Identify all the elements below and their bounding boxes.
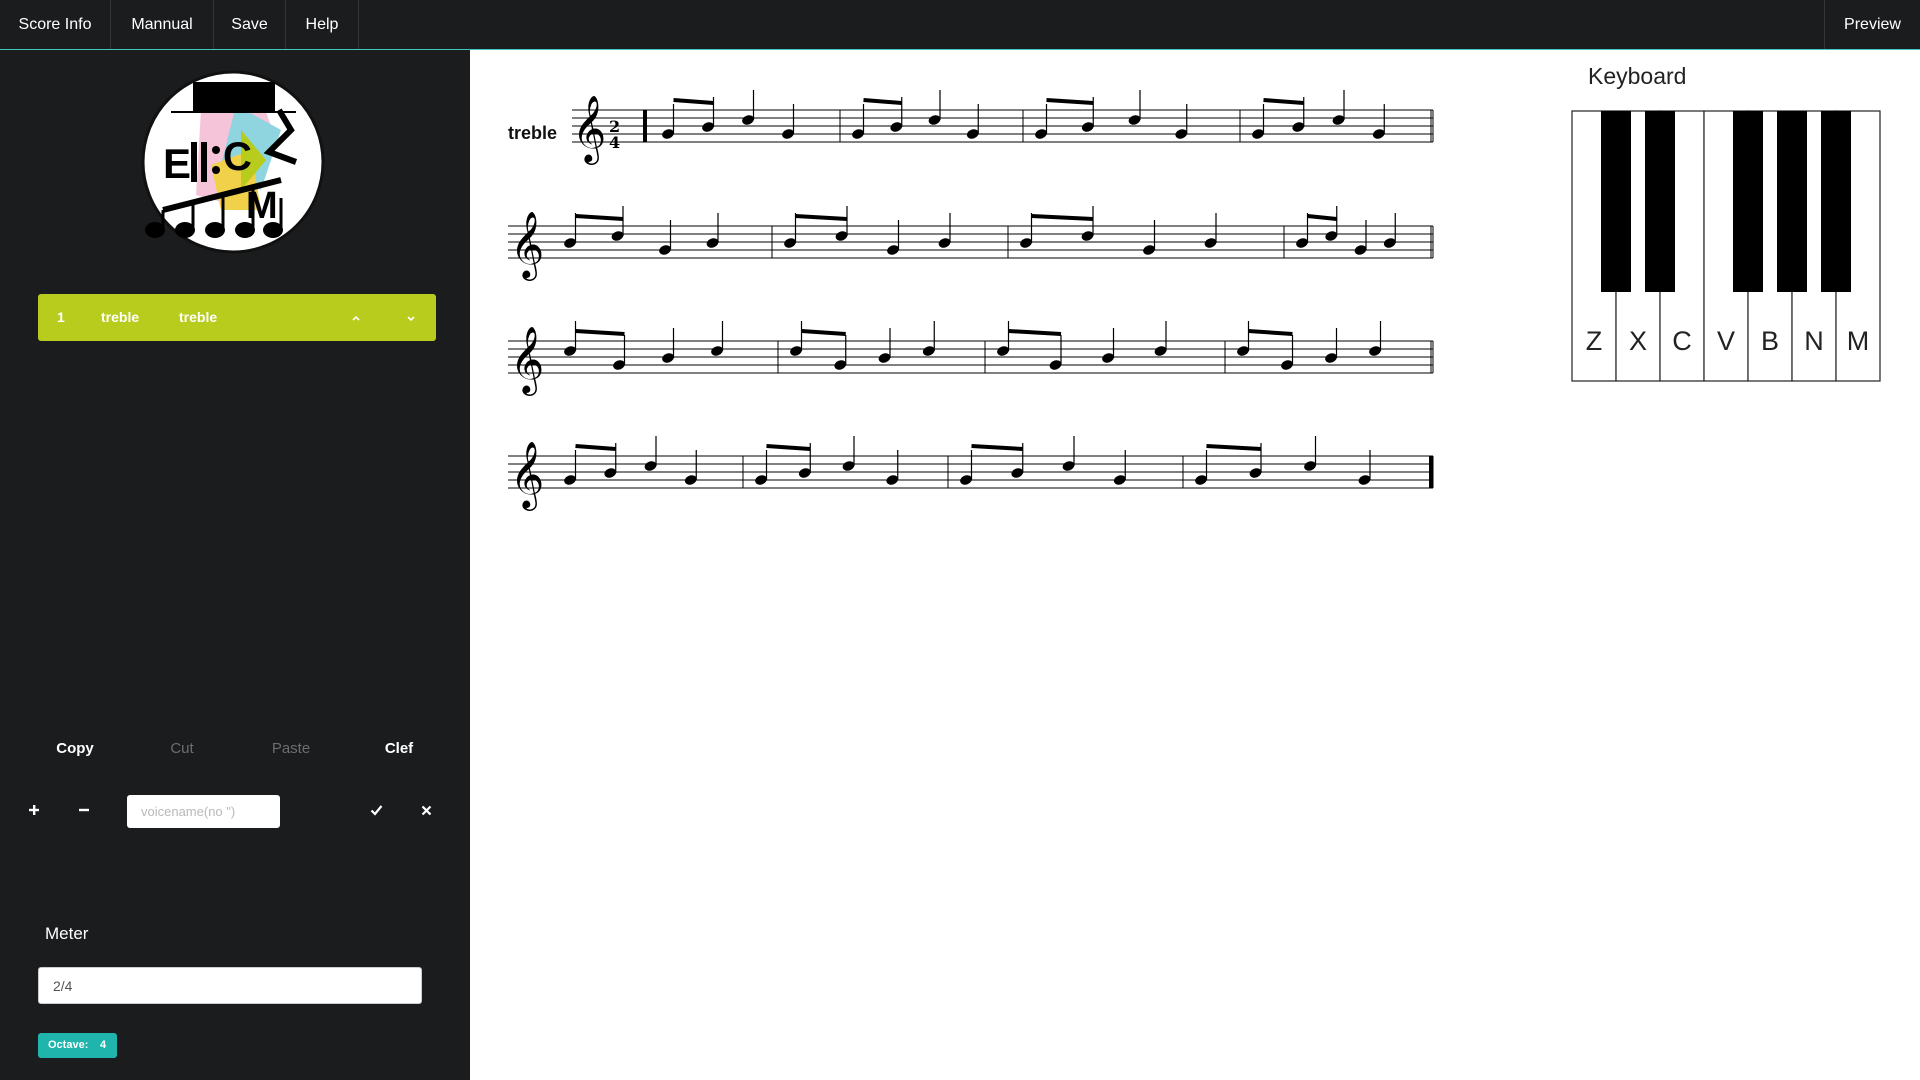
check-icon[interactable] (362, 798, 390, 826)
staff-systems: 𝄞 𝄞 𝄞 𝄞 (508, 90, 1434, 511)
treble-clef-icon: 𝄞 (510, 440, 544, 511)
score-voice-label: treble (508, 123, 557, 143)
preview-button[interactable]: Preview (1824, 0, 1920, 49)
beam (766, 444, 811, 451)
close-icon[interactable] (412, 798, 440, 826)
key-label: Z (1586, 326, 1603, 356)
key-label: M (1847, 326, 1870, 356)
black-key[interactable] (1777, 111, 1807, 292)
treble-clef-icon: 𝄞 (510, 325, 544, 396)
octave-badge: Octave: 4 (38, 1033, 117, 1058)
beam (1307, 214, 1337, 221)
sidebar: E C M 1 treble treble Copy Cut Paste Cle… (0, 50, 470, 1080)
key-label: C (1672, 326, 1692, 356)
voice-row[interactable]: 1 treble treble (38, 294, 436, 341)
paste-button[interactable]: Paste (261, 740, 321, 757)
cut-button[interactable]: Cut (152, 740, 212, 757)
black-key[interactable] (1601, 111, 1631, 292)
beam (1263, 98, 1304, 105)
black-key[interactable] (1821, 111, 1851, 292)
key-label: V (1717, 326, 1735, 356)
keyboard-title: Keyboard (1588, 63, 1687, 89)
keyboard[interactable]: ZXCVBNM (1571, 110, 1881, 387)
minus-icon[interactable] (70, 798, 98, 826)
beam (1046, 98, 1094, 105)
meter-input[interactable] (38, 967, 422, 1004)
chevron-down-icon[interactable] (399, 294, 423, 341)
treble-clef-icon: 𝄞 (572, 94, 606, 165)
beam (575, 444, 616, 451)
beam (1248, 329, 1293, 336)
app-logo: E C M (141, 70, 325, 254)
svg-text:C: C (223, 135, 252, 179)
voice-name: treble (101, 309, 140, 325)
beam (673, 98, 714, 105)
copy-button[interactable]: Copy (45, 740, 105, 757)
beam (801, 329, 846, 336)
voice-clef: treble (179, 309, 218, 325)
voice-index: 1 (57, 309, 65, 325)
meter-label: Meter (45, 924, 89, 943)
beam (971, 444, 1023, 451)
svg-text:M: M (246, 185, 278, 227)
beam (575, 214, 624, 221)
clef-button[interactable]: Clef (369, 740, 429, 757)
menu-save[interactable]: Save (214, 0, 286, 49)
key-label: X (1629, 326, 1647, 356)
svg-text:E: E (163, 140, 191, 187)
black-key[interactable] (1733, 111, 1763, 292)
chevron-up-icon[interactable] (344, 294, 368, 341)
beam (1031, 214, 1094, 221)
beam (1008, 329, 1062, 336)
plus-icon[interactable] (20, 798, 48, 826)
octave-label: Octave: (48, 1039, 89, 1051)
octave-value: 4 (100, 1039, 107, 1051)
key-label: N (1804, 326, 1824, 356)
beam (795, 214, 848, 221)
treble-clef-icon: 𝄞 (510, 210, 544, 281)
menu-help[interactable]: Help (286, 0, 359, 49)
beam (1206, 444, 1262, 451)
menu-score-info[interactable]: Score Info (0, 0, 111, 49)
top-menu-bar: Score Info Mannual Save Help Preview (0, 0, 1920, 50)
score-area[interactable]: treble 2 4 𝄞 𝄞 𝄞 𝄞 (470, 50, 1470, 535)
score-notation[interactable]: treble 2 4 𝄞𝄞𝄞𝄞 (470, 50, 1470, 530)
voicename-input[interactable] (127, 795, 280, 828)
beam (863, 98, 902, 105)
beam (575, 329, 625, 336)
key-label: B (1761, 326, 1779, 356)
menu-manual[interactable]: Mannual (111, 0, 214, 49)
black-key[interactable] (1645, 111, 1675, 292)
